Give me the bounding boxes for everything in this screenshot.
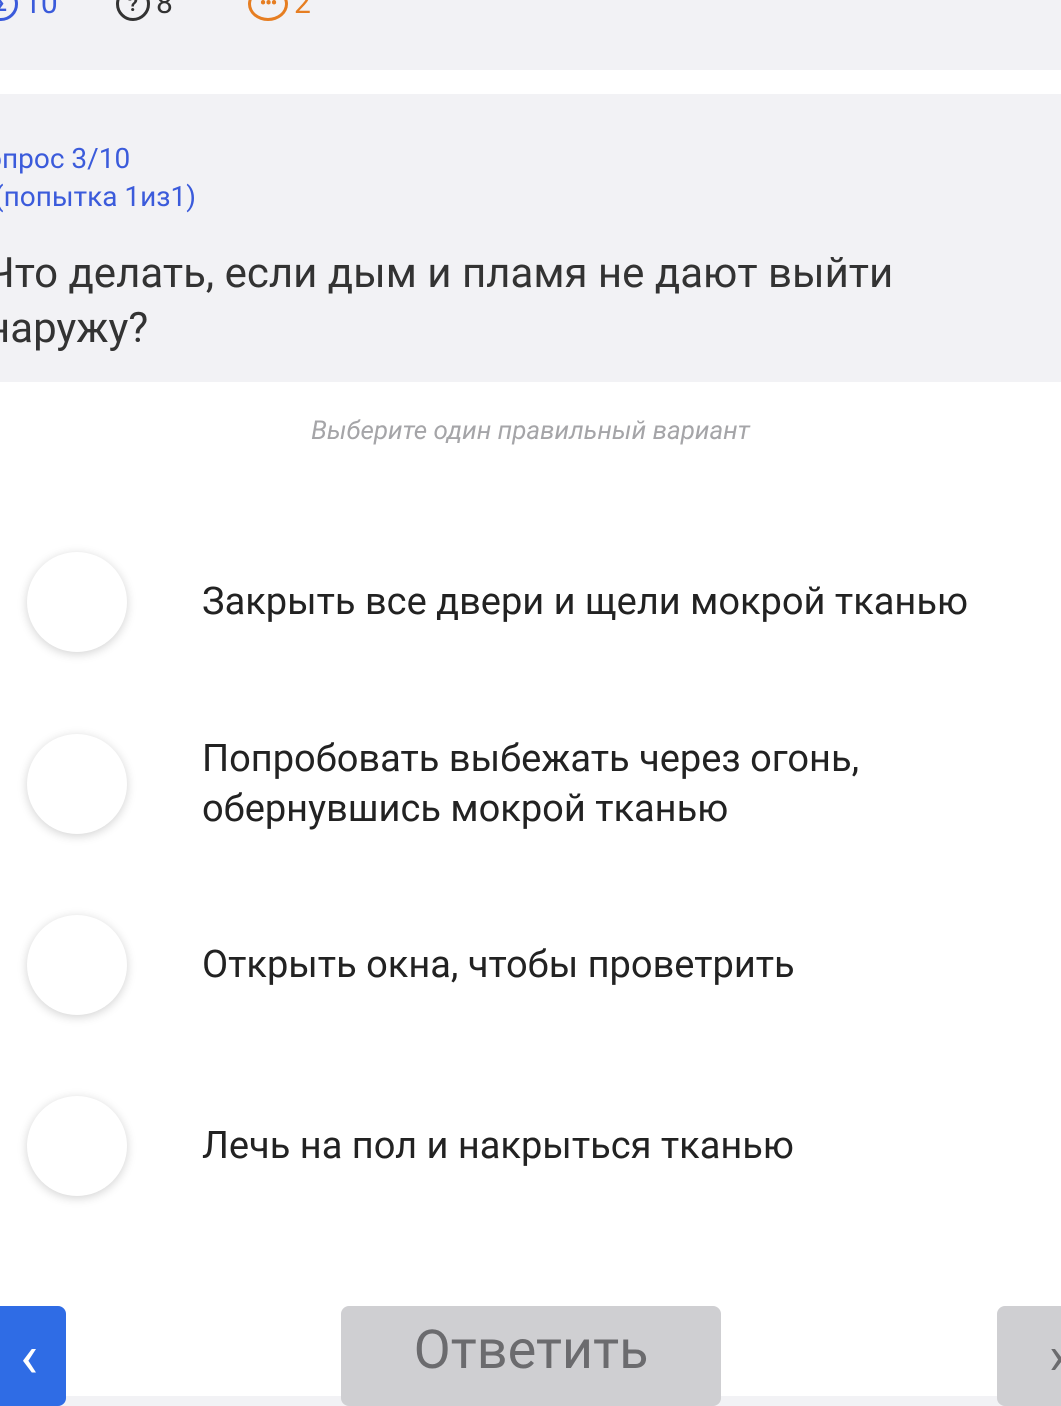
question-icon: ? [116, 0, 150, 21]
answer-option-label[interactable]: Закрыть все двери и щели мокрой тканью [202, 577, 1042, 627]
next-question-button[interactable]: › [997, 1306, 1061, 1406]
unanswered-stat: ? 8 [116, 0, 173, 21]
chevron-right-icon: › [1049, 1325, 1061, 1388]
total-questions-count: 10 [24, 0, 58, 21]
instruction-hint: Выберите один правильный вариант [311, 416, 750, 446]
answer-option-label[interactable]: Попробовать выбежать через огонь, оберну… [202, 734, 1042, 834]
radio-button[interactable] [27, 552, 127, 652]
skipped-stat: ••• 2 [248, 0, 311, 21]
question-text: Что делать, если дым и пламя не дают вый… [0, 249, 894, 353]
radio-button[interactable] [27, 734, 127, 834]
total-questions-stat: Σ 10 [0, 0, 58, 21]
dots-icon: ••• [248, 0, 288, 21]
answer-button[interactable]: Ответить [341, 1306, 721, 1406]
skipped-count: 2 [294, 0, 311, 21]
unanswered-count: 8 [156, 0, 173, 21]
answer-option-label[interactable]: Открыть окна, чтобы проветрить [202, 940, 1042, 990]
stats-bar: Σ 10 ? 8 ••• 2 [0, 0, 1061, 70]
radio-button[interactable] [27, 915, 127, 1015]
previous-question-button[interactable]: ‹ [0, 1306, 66, 1406]
chevron-left-icon: ‹ [19, 1320, 39, 1392]
radio-button[interactable] [27, 1096, 127, 1196]
question-counter: опрос 3/10 [0, 142, 131, 175]
answers-panel [0, 382, 1061, 1396]
answer-option-label[interactable]: Лечь на пол и накрыться тканью [202, 1121, 1042, 1171]
attempt-counter: (попытка 1из1) [0, 180, 196, 213]
sigma-icon: Σ [0, 0, 18, 21]
divider [0, 70, 1061, 94]
